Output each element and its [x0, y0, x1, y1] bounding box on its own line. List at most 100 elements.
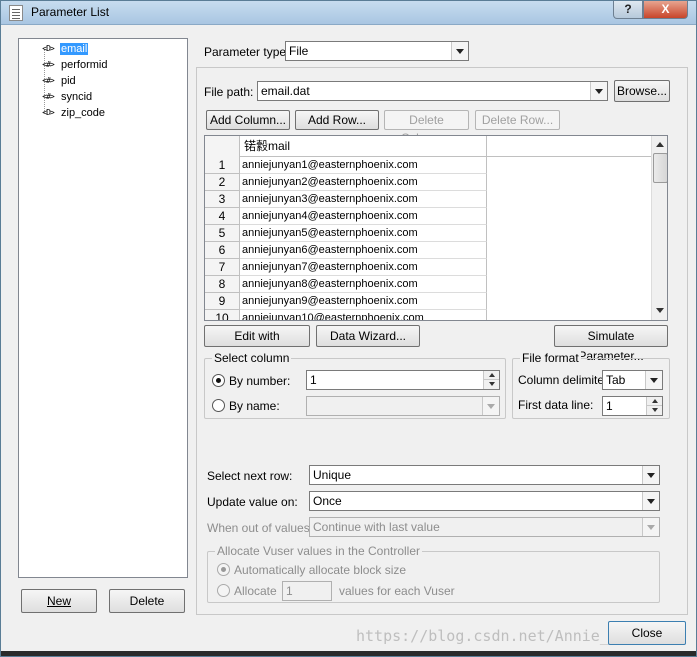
- grid-cell[interactable]: anniejunyan6@easternphoenix.com: [240, 242, 487, 259]
- grid-cell[interactable]: anniejunyan8@easternphoenix.com: [240, 276, 487, 293]
- by-number-spinner[interactable]: 1: [306, 370, 500, 390]
- by-name-label: By name:: [229, 399, 280, 413]
- file-path-input[interactable]: email.dat: [257, 81, 608, 101]
- update-value-select[interactable]: Once: [309, 491, 660, 511]
- row-number[interactable]: 7: [205, 259, 240, 276]
- table-row[interactable]: 1 anniejunyan1@easternphoenix.com: [205, 157, 651, 174]
- tree-item-email[interactable]: <D> email: [39, 41, 89, 56]
- table-row[interactable]: 6 anniejunyan6@easternphoenix.com: [205, 242, 651, 259]
- table-row[interactable]: 8 anniejunyan8@easternphoenix.com: [205, 276, 651, 293]
- grid-corner[interactable]: [205, 136, 240, 157]
- by-name-radio[interactable]: [212, 399, 225, 412]
- row-number[interactable]: 6: [205, 242, 240, 259]
- tree-item-zip-code[interactable]: <D> zip_code: [39, 105, 106, 120]
- simulate-parameter-button[interactable]: Simulate Parameter...: [554, 325, 668, 363]
- browse-button[interactable]: Browse...: [614, 80, 670, 102]
- chevron-down-icon[interactable]: [642, 518, 659, 536]
- grid-cell[interactable]: anniejunyan9@easternphoenix.com: [240, 293, 487, 310]
- grid-cell[interactable]: anniejunyan2@easternphoenix.com: [240, 174, 487, 191]
- row-number[interactable]: 1: [205, 157, 240, 174]
- row-number[interactable]: 9: [205, 293, 240, 310]
- allocate-radio[interactable]: [217, 584, 230, 597]
- data-wizard-button[interactable]: Data Wizard...: [316, 325, 420, 347]
- first-data-line-spinner[interactable]: 1: [602, 396, 663, 416]
- chevron-down-icon[interactable]: [642, 492, 659, 510]
- number-param-icon: <#>: [42, 92, 54, 101]
- allocate-count-input[interactable]: 1: [282, 581, 332, 601]
- help-button[interactable]: ?: [613, 1, 643, 19]
- grid-header: 锘縠mail: [205, 136, 651, 157]
- grid-cell[interactable]: anniejunyan5@easternphoenix.com: [240, 225, 487, 242]
- parameter-tree[interactable]: <D> email <#> performid <#> pid <#> sync…: [18, 38, 188, 578]
- by-number-radio[interactable]: [212, 374, 225, 387]
- parameter-type-value: File: [289, 44, 309, 58]
- by-name-select[interactable]: [306, 396, 500, 416]
- add-row-button[interactable]: Add Row...: [295, 110, 379, 130]
- close-button[interactable]: Close: [608, 621, 686, 645]
- chevron-down-icon[interactable]: [451, 42, 468, 60]
- select-next-row-select[interactable]: Unique: [309, 465, 660, 485]
- grid-cell[interactable]: anniejunyan3@easternphoenix.com: [240, 191, 487, 208]
- update-value-label: Update value on:: [207, 495, 298, 509]
- window-title: Parameter List: [31, 5, 110, 19]
- grid-column-header[interactable]: 锘縠mail: [240, 136, 487, 157]
- row-number[interactable]: 2: [205, 174, 240, 191]
- spin-up-icon[interactable]: [483, 371, 499, 380]
- table-row[interactable]: 10 anniejunyan10@easternphoenix.com: [205, 310, 651, 320]
- chevron-down-icon[interactable]: [590, 82, 607, 100]
- delete-row-button[interactable]: Delete Row...: [475, 110, 560, 130]
- new-button-label: New: [46, 594, 71, 608]
- tree-item-syncid[interactable]: <#> syncid: [39, 89, 93, 104]
- spin-down-icon[interactable]: [483, 380, 499, 389]
- select-column-title: Select column: [212, 351, 292, 365]
- number-param-icon: <#>: [42, 76, 54, 85]
- table-row[interactable]: 3 anniejunyan3@easternphoenix.com: [205, 191, 651, 208]
- scroll-thumb[interactable]: [653, 153, 667, 183]
- select-next-row-value: Unique: [313, 468, 352, 482]
- add-column-button[interactable]: Add Column...: [206, 110, 290, 130]
- table-row[interactable]: 2 anniejunyan2@easternphoenix.com: [205, 174, 651, 191]
- spin-down-icon[interactable]: [646, 406, 662, 415]
- out-of-values-select[interactable]: Continue with last value: [309, 517, 660, 537]
- parameter-type-select[interactable]: File: [285, 41, 469, 61]
- scroll-down-icon[interactable]: [652, 303, 667, 320]
- grid-cell[interactable]: anniejunyan7@easternphoenix.com: [240, 259, 487, 276]
- grid-cell[interactable]: anniejunyan4@easternphoenix.com: [240, 208, 487, 225]
- data-grid[interactable]: 锘縠mail 1 anniejunyan1@easternphoenix.com 2…: [204, 135, 668, 321]
- allocate-title: Allocate Vuser values in the Controller: [215, 544, 422, 558]
- table-row[interactable]: 7 anniejunyan7@easternphoenix.com: [205, 259, 651, 276]
- document-icon: [9, 5, 23, 21]
- scroll-up-icon[interactable]: [652, 136, 667, 153]
- delete-column-button[interactable]: Delete Column...: [384, 110, 469, 145]
- column-delimiter-select[interactable]: Tab: [602, 370, 663, 390]
- chevron-down-icon[interactable]: [645, 371, 662, 389]
- row-number[interactable]: 5: [205, 225, 240, 242]
- by-number-value: 1: [310, 373, 317, 387]
- table-row[interactable]: 5 anniejunyan5@easternphoenix.com: [205, 225, 651, 242]
- table-row[interactable]: 9 anniejunyan9@easternphoenix.com: [205, 293, 651, 310]
- out-of-values-value: Continue with last value: [313, 520, 440, 534]
- grid-cell[interactable]: anniejunyan10@easternphoenix.com: [240, 310, 487, 320]
- grid-cell[interactable]: anniejunyan1@easternphoenix.com: [240, 157, 487, 174]
- date-param-icon: <D>: [42, 44, 54, 53]
- file-format-title: File format: [520, 351, 581, 365]
- allocate-count-value: 1: [286, 584, 293, 598]
- row-number[interactable]: 4: [205, 208, 240, 225]
- column-delimiter-label: Column delimiter:: [518, 373, 612, 387]
- tree-item-performid[interactable]: <#> performid: [39, 57, 108, 72]
- allocate-label: Allocate: [234, 584, 277, 598]
- auto-allocate-radio[interactable]: [217, 563, 230, 576]
- row-number[interactable]: 8: [205, 276, 240, 293]
- grid-vertical-scrollbar[interactable]: [651, 136, 667, 320]
- delete-button[interactable]: Delete: [109, 589, 185, 613]
- window-close-button[interactable]: X: [643, 1, 688, 19]
- chevron-down-icon[interactable]: [642, 466, 659, 484]
- row-number[interactable]: 3: [205, 191, 240, 208]
- table-row[interactable]: 4 anniejunyan4@easternphoenix.com: [205, 208, 651, 225]
- spin-up-icon[interactable]: [646, 397, 662, 406]
- new-button[interactable]: New: [21, 589, 97, 613]
- edit-with-notepad-button[interactable]: Edit with Notepad...: [204, 325, 310, 363]
- tree-item-pid[interactable]: <#> pid: [39, 73, 77, 88]
- row-number[interactable]: 10: [205, 310, 240, 320]
- chevron-down-icon[interactable]: [482, 397, 499, 415]
